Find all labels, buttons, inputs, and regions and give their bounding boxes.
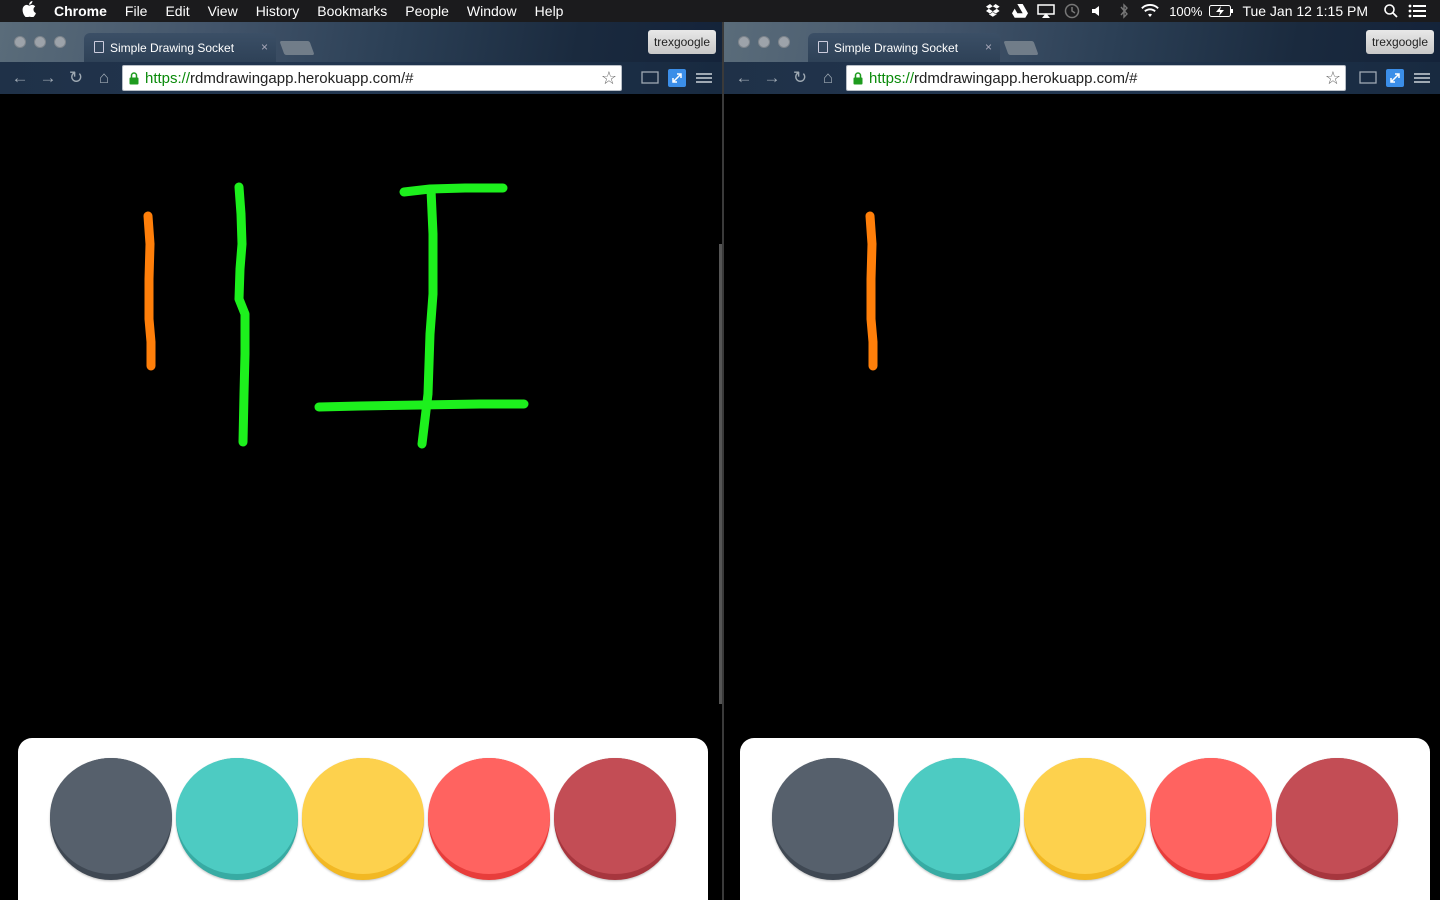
color-swatch-teal[interactable] [898, 758, 1020, 880]
extensions-area [638, 66, 716, 90]
reload-icon[interactable]: ↻ [62, 64, 90, 92]
title-bar: Simple Drawing Socket × trexgoogle [724, 22, 1440, 62]
page-content [0, 94, 722, 900]
tab-title: Simple Drawing Socket [834, 40, 959, 55]
menu-file[interactable]: File [116, 0, 157, 22]
lock-icon [847, 71, 869, 85]
back-arrow-icon[interactable]: ← [730, 64, 758, 92]
title-bar: Simple Drawing Socket × trexgoogle [0, 22, 722, 62]
minimize-window-button[interactable] [758, 36, 770, 48]
cast-icon[interactable] [1356, 66, 1380, 90]
bookmark-star-icon[interactable]: ☆ [601, 68, 617, 89]
menu-chrome[interactable]: Chrome [54, 0, 116, 22]
menu-help[interactable]: Help [526, 0, 573, 22]
wifi-icon[interactable] [1137, 0, 1163, 22]
url-scheme: https:// [869, 69, 915, 87]
tab-close-icon[interactable]: × [261, 40, 268, 54]
notification-center-icon[interactable] [1404, 0, 1430, 22]
battery-percentage: 100% [1169, 3, 1203, 19]
chrome-menu-icon[interactable] [1410, 66, 1434, 90]
profile-button[interactable]: trexgoogle [1365, 30, 1434, 54]
extension-icon[interactable] [1386, 69, 1404, 87]
new-tab-button[interactable] [1003, 41, 1039, 55]
menu-window[interactable]: Window [458, 0, 526, 22]
chrome-menu-icon[interactable] [692, 66, 716, 90]
color-swatch-slate[interactable] [50, 758, 172, 880]
color-swatch-crimson[interactable] [554, 758, 676, 880]
browser-tab[interactable]: Simple Drawing Socket × [84, 33, 276, 62]
color-swatch-yellow[interactable] [1024, 758, 1146, 880]
url-text: rdmdrawingapp.herokuapp.com/# [914, 69, 1138, 87]
forward-arrow-icon[interactable]: → [34, 64, 62, 92]
back-arrow-icon[interactable]: ← [6, 64, 34, 92]
browser-toolbar: ← → ↻ ⌂ https:// rdmdrawingapp.herokuapp… [724, 62, 1440, 94]
menu-people[interactable]: People [396, 0, 458, 22]
bookmark-star-icon[interactable]: ☆ [1325, 68, 1341, 89]
spotlight-search-icon[interactable] [1378, 0, 1404, 22]
address-bar[interactable]: https:// rdmdrawingapp.herokuapp.com/# ☆ [846, 65, 1346, 91]
address-bar[interactable]: https:// rdmdrawingapp.herokuapp.com/# ☆ [122, 65, 622, 91]
menubar-clock[interactable]: Tue Jan 12 1:15 PM [1234, 3, 1378, 19]
menu-edit[interactable]: Edit [156, 0, 198, 22]
dropbox-icon[interactable] [981, 0, 1007, 22]
color-palette [18, 738, 708, 900]
menu-bar: Chrome File Edit View History Bookmarks … [0, 0, 1440, 22]
reload-icon[interactable]: ↻ [786, 64, 814, 92]
color-swatch-crimson[interactable] [1276, 758, 1398, 880]
bluetooth-icon[interactable] [1111, 0, 1137, 22]
forward-arrow-icon[interactable]: → [758, 64, 786, 92]
volume-icon[interactable] [1085, 0, 1111, 22]
page-icon [94, 41, 104, 53]
home-icon[interactable]: ⌂ [90, 64, 118, 92]
menu-view[interactable]: View [199, 0, 247, 22]
color-swatch-yellow[interactable] [302, 758, 424, 880]
page-icon [818, 41, 828, 53]
browser-tab[interactable]: Simple Drawing Socket × [808, 33, 1000, 62]
window-controls [14, 36, 66, 48]
color-swatch-coral[interactable] [1150, 758, 1272, 880]
apple-icon[interactable] [18, 1, 40, 21]
google-drive-icon[interactable] [1007, 0, 1033, 22]
lock-icon [123, 71, 145, 85]
cast-icon[interactable] [638, 66, 662, 90]
browser-toolbar: ← → ↻ ⌂ https:// rdmdrawingapp.herokuapp… [0, 62, 722, 94]
tab-title: Simple Drawing Socket [110, 40, 235, 55]
new-tab-button[interactable] [279, 41, 315, 55]
extension-icon[interactable] [668, 69, 686, 87]
minimize-window-button[interactable] [34, 36, 46, 48]
url-scheme: https:// [145, 69, 191, 87]
airplay-icon[interactable] [1033, 0, 1059, 22]
color-swatch-coral[interactable] [428, 758, 550, 880]
green-stroke-top-bar [399, 183, 508, 197]
browser-window-left: Simple Drawing Socket × trexgoogle ← → ↻… [0, 22, 722, 900]
home-icon[interactable]: ⌂ [814, 64, 842, 92]
tab-close-icon[interactable]: × [985, 40, 992, 54]
color-palette [740, 738, 1430, 900]
close-window-button[interactable] [14, 36, 26, 48]
page-content [724, 94, 1440, 900]
profile-button[interactable]: trexgoogle [647, 30, 716, 54]
green-stroke-bottom-bar [314, 399, 529, 412]
time-machine-icon[interactable] [1059, 0, 1085, 22]
color-swatch-teal[interactable] [176, 758, 298, 880]
green-stroke-vertical-left [234, 182, 250, 447]
color-swatch-slate[interactable] [772, 758, 894, 880]
zoom-window-button[interactable] [54, 36, 66, 48]
extensions-area [1356, 66, 1434, 90]
close-window-button[interactable] [738, 36, 750, 48]
zoom-window-button[interactable] [778, 36, 790, 48]
url-text: rdmdrawingapp.herokuapp.com/# [190, 69, 414, 87]
orange-stroke [143, 211, 156, 371]
orange-stroke [865, 211, 878, 371]
battery-icon[interactable] [1208, 0, 1234, 22]
window-controls [738, 36, 790, 48]
menu-history[interactable]: History [247, 0, 309, 22]
menu-bookmarks[interactable]: Bookmarks [308, 0, 396, 22]
browser-window-right: Simple Drawing Socket × trexgoogle ← → ↻… [724, 22, 1440, 900]
